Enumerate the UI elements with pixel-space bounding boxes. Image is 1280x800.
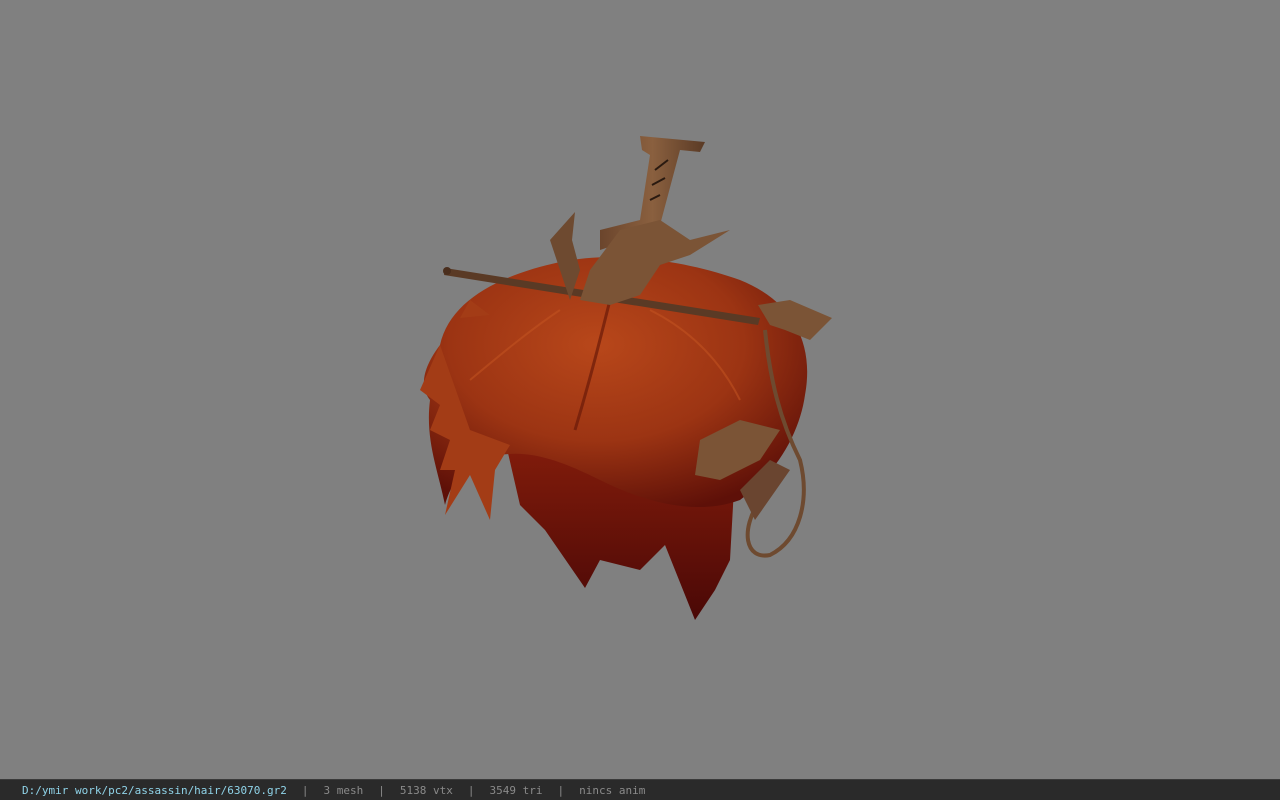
triangle-count: 3549 tri [489, 783, 543, 797]
anim-status: nincs anim [579, 783, 646, 797]
separator: | [557, 783, 565, 797]
separator: | [378, 783, 385, 797]
separator: | [467, 783, 475, 797]
vertex-count: 5138 vtx [399, 783, 453, 797]
file-path: D:/ymir work/pc2/assassin/hair/63070.gr2 [22, 783, 287, 797]
status-bar: D:/ymir work/pc2/assassin/hair/63070.gr2… [0, 779, 1280, 800]
separator: | [301, 783, 309, 797]
hair-model-render [420, 136, 832, 620]
3d-viewport[interactable] [0, 0, 1280, 779]
mesh-count: 3 mesh [323, 783, 364, 797]
